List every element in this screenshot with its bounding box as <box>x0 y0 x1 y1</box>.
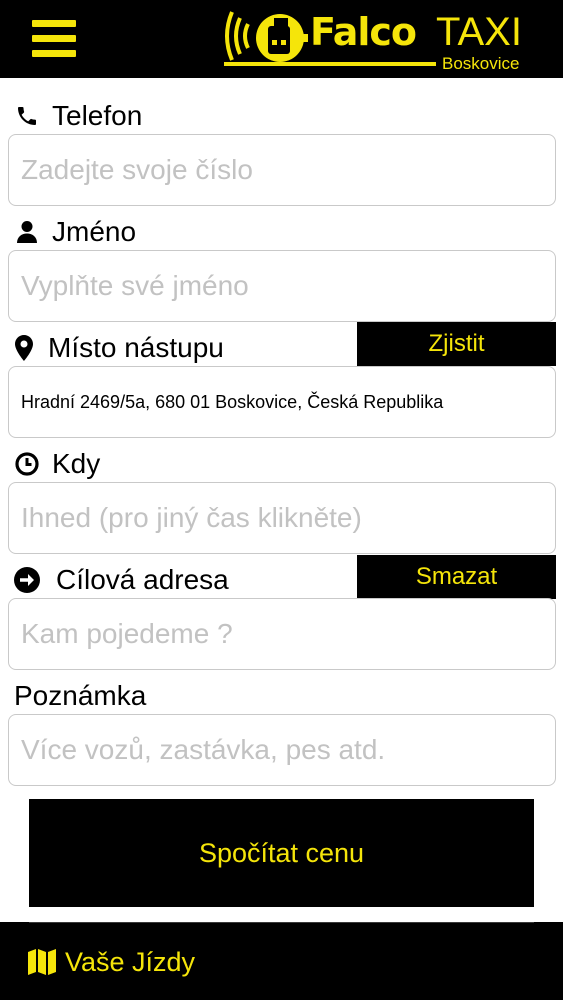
logo-city: Boskovice <box>442 54 520 73</box>
your-rides-link[interactable]: Vaše Jízdy <box>27 946 195 978</box>
bottom-bar: Vaše Jízdy <box>0 922 563 1000</box>
clear-button[interactable]: Smazat <box>357 555 556 599</box>
pickup-address-value: Hradní 2469/5a, 680 01 Boskovice, Česká … <box>21 391 444 412</box>
arrow-circle-right-icon <box>14 567 40 593</box>
destination-input[interactable] <box>9 599 555 669</box>
destination-field-wrapper <box>8 598 556 670</box>
pickup-field-wrapper[interactable]: Hradní 2469/5a, 680 01 Boskovice, Česká … <box>8 366 556 438</box>
your-rides-label: Vaše Jízdy <box>65 946 196 977</box>
pickup-label-text: Místo nástupu <box>48 332 224 363</box>
user-icon <box>14 219 40 245</box>
calculate-price-button[interactable]: Spočítat cenu <box>29 799 534 907</box>
phone-input[interactable] <box>9 135 555 205</box>
logo-underline <box>224 62 436 66</box>
logo-mark-icon <box>225 11 308 62</box>
name-label: Jméno <box>14 216 136 248</box>
phone-icon <box>14 103 40 129</box>
phone-label: Telefon <box>14 100 142 132</box>
phone-field-wrapper <box>8 134 556 206</box>
when-label: Kdy <box>14 448 100 480</box>
note-input[interactable] <box>9 715 555 785</box>
when-input[interactable] <box>9 483 555 553</box>
menu-icon[interactable] <box>32 20 78 58</box>
note-label-text: Poznámka <box>14 680 147 711</box>
logo-brand-taxi: TAXI <box>436 10 522 54</box>
locate-button[interactable]: Zjistit <box>357 322 556 366</box>
phone-label-text: Telefon <box>52 100 143 131</box>
destination-label: Cílová adresa <box>14 564 229 596</box>
falco-taxi-logo: Falco TAXI Boskovice <box>218 4 538 74</box>
note-field-wrapper <box>8 714 556 786</box>
map-marker-icon <box>14 335 34 361</box>
map-icon <box>27 948 57 976</box>
bottom-divider <box>29 922 534 923</box>
when-field-wrapper <box>8 482 556 554</box>
logo-brand: Falco <box>310 10 417 54</box>
when-label-text: Kdy <box>52 448 101 479</box>
name-label-text: Jméno <box>52 216 137 247</box>
top-bar: Falco TAXI Boskovice <box>0 0 563 78</box>
name-field-wrapper <box>8 250 556 322</box>
clock-icon <box>14 451 40 477</box>
name-input[interactable] <box>9 251 555 321</box>
destination-label-text: Cílová adresa <box>56 564 229 595</box>
note-label: Poznámka <box>14 680 146 712</box>
pickup-label: Místo nástupu <box>14 332 224 364</box>
